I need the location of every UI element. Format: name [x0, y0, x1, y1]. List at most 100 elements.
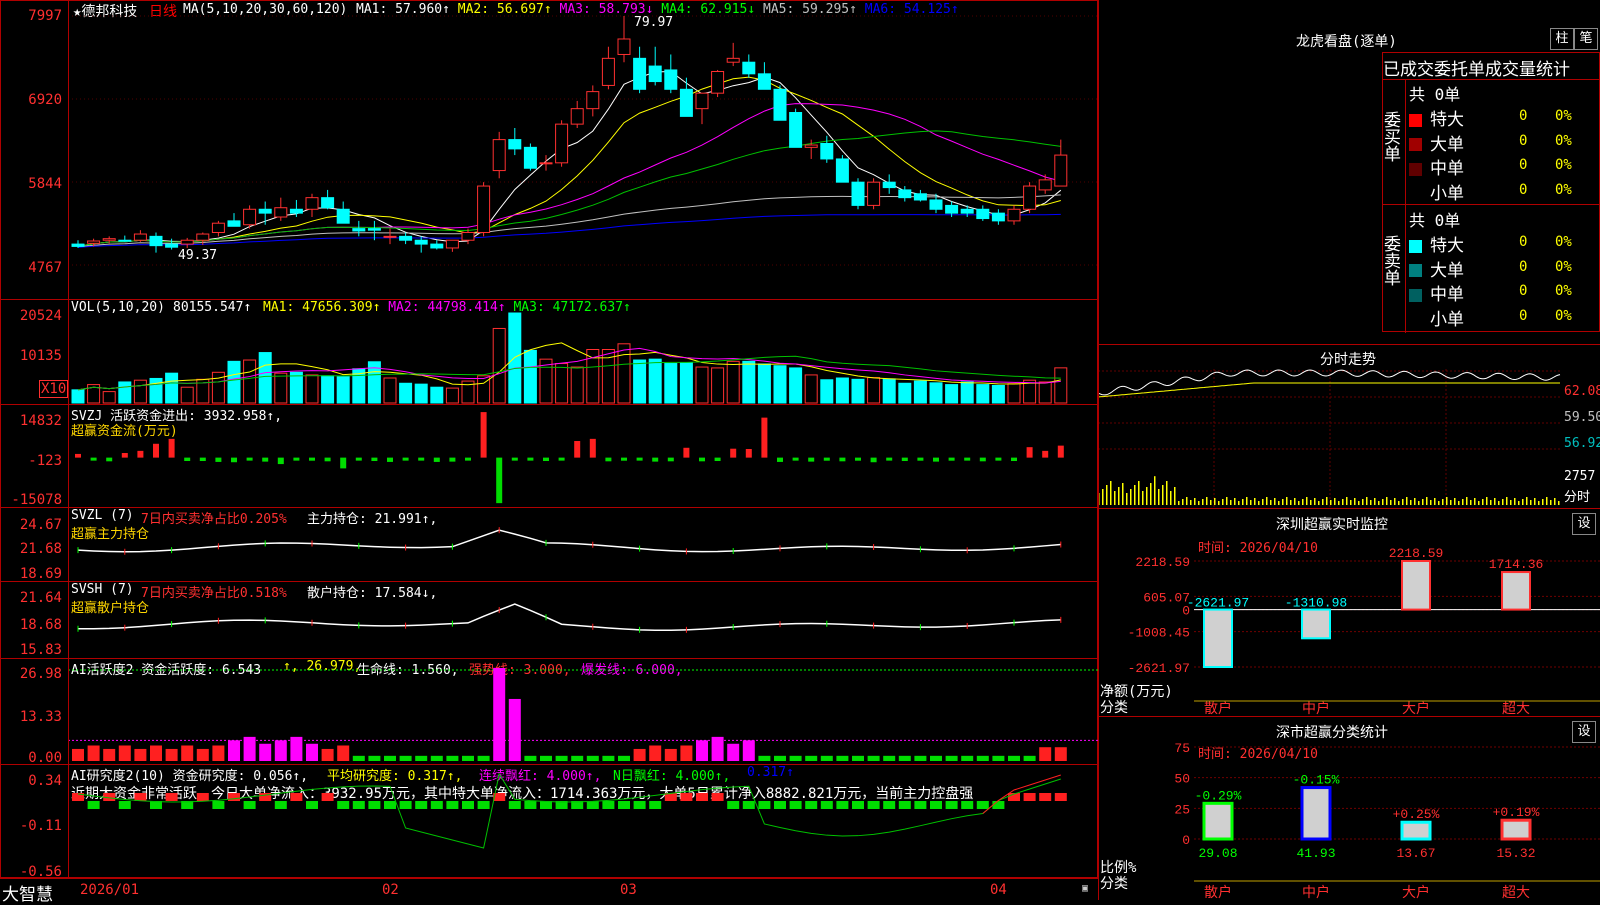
buy-row-pct: 0% [1555, 157, 1572, 173]
monitor-bar [1501, 571, 1531, 611]
svzj-bar-neg [277, 457, 284, 465]
high-price-label: 79.97 [634, 15, 674, 30]
buy-row-label: 特大 [1430, 110, 1464, 130]
sell-row-1: 大单 0 0% [1409, 256, 1600, 281]
research-bar-neg [774, 801, 786, 809]
candle [414, 239, 428, 245]
y-tick-vol-0: 20524 [19, 308, 62, 324]
svzj-bar-neg [309, 457, 315, 461]
ai-active-bar [430, 755, 443, 761]
svzj-bar-neg [496, 457, 503, 504]
svzj-bar-neg [621, 457, 627, 461]
intraday-volume-bar [1370, 500, 1372, 505]
svzj-bar-neg [808, 457, 815, 462]
buy-row-3: 小单 0 0% [1409, 179, 1600, 204]
sell-row-value: 0 [1519, 307, 1528, 324]
legend-swatch [1409, 113, 1422, 127]
research-bar-pos [228, 793, 240, 801]
intraday-panel[interactable]: 分时走势 62.08 59.50 56.92 2757 分时 [1098, 344, 1600, 509]
svzj-bar-neg [901, 457, 908, 462]
monitor-panel[interactable]: 深圳超赢实时监控 设 时间: 2026/04/10 2218.59 605.07 0… [1098, 508, 1600, 717]
intraday-volume-bar [1422, 499, 1424, 505]
volume-bar [274, 372, 288, 404]
ai-active-bar [602, 755, 615, 761]
intraday-volume-bar [1310, 500, 1312, 505]
monitor-bar-label: 1714.36 [1489, 557, 1544, 572]
volume-bar [929, 382, 943, 404]
research-bar-neg [87, 801, 100, 809]
svzj-bar-pos [137, 450, 144, 458]
candle [305, 197, 319, 210]
intraday-volume-bar [1482, 499, 1484, 505]
ai-active-bar [118, 745, 131, 761]
ai-active-bar [820, 755, 833, 761]
svzj-bar-neg [777, 457, 783, 462]
volume-bar [1007, 383, 1021, 404]
volume-bar [414, 383, 428, 404]
x-tick-jan: 2026/01 [80, 882, 140, 898]
volume-bar [102, 391, 116, 404]
candle [211, 222, 225, 233]
research-bar-neg [586, 801, 599, 809]
volume-bar [867, 377, 881, 404]
volume-bar [165, 372, 179, 404]
svzj-bar-neg [433, 457, 440, 462]
buy-row-2: 中单 0 0% [1409, 154, 1600, 179]
class-category-label: 中户 [1302, 884, 1330, 901]
ai-active-bar [134, 748, 147, 761]
intraday-volume-bar [1474, 498, 1476, 505]
svzl-line [77, 529, 1061, 553]
intraday-volume-bar [1486, 497, 1488, 505]
left-axis-line [68, 0, 69, 878]
class-panel[interactable]: 深市超赢分类统计 设 时间: 2026/04/10 75 50 25 0 -0.29% 2… [1098, 716, 1600, 901]
candle [929, 199, 943, 210]
ma-line-5 [77, 70, 1062, 247]
intraday-volume-bar [1442, 499, 1444, 505]
monitor-category-label: 散户 [1204, 700, 1232, 717]
svzj-bar-neg [1011, 457, 1017, 462]
intraday-volume-bar [1318, 501, 1320, 505]
ai-active-bar [243, 736, 256, 761]
class-bar [1400, 820, 1432, 841]
intraday-volume-bar [1378, 501, 1380, 505]
research-bar-neg [118, 801, 131, 809]
volume-bar [523, 349, 537, 404]
intraday-volume-bar [1142, 491, 1144, 505]
sell-row-pct: 0% [1555, 258, 1572, 275]
intraday-volume-bar [1110, 481, 1112, 505]
lock-icon[interactable]: ▣ [1082, 883, 1088, 894]
class-category-label: 大户 [1402, 884, 1430, 901]
bar-mode-button[interactable]: 柱 [1550, 28, 1574, 50]
ai-active-bar [446, 755, 459, 761]
candle [633, 57, 647, 90]
class-change-label: -0.29% [1195, 788, 1242, 803]
y-tick-res-0: 0.34 [28, 773, 62, 789]
x-axis: 大智慧 2026/01 02 03 04 ▣ [0, 878, 1098, 905]
intraday-volume-bar [1546, 497, 1548, 505]
ai-active-bar [259, 743, 272, 761]
candle [804, 144, 818, 148]
intraday-tick-1: 59.50 [1564, 410, 1600, 425]
ai-active-bar [165, 748, 178, 761]
volume-bar [633, 359, 647, 404]
svzj-bar-neg [839, 457, 846, 462]
ai-active-bar [898, 755, 911, 761]
candle [87, 240, 101, 244]
volume-bar [445, 387, 459, 404]
buy-total: 共 0单 [1409, 85, 1461, 104]
ai-active-bar [103, 748, 116, 761]
svsh-line [77, 603, 1061, 631]
class-change-label: +0.19% [1493, 805, 1540, 820]
svzj-bar-neg [449, 457, 456, 462]
ai-active-bar [306, 743, 318, 761]
svzj-bar-neg [90, 457, 97, 461]
ai-active-bar [805, 755, 818, 761]
monitor-bar [1401, 560, 1431, 611]
intraday-volume-bar [1262, 499, 1264, 505]
pen-mode-button[interactable]: 笔 [1574, 28, 1598, 50]
intraday-volume-bar [1542, 499, 1544, 505]
volume-chart [71, 312, 1068, 404]
intraday-volume-bar [1278, 501, 1280, 505]
candle [742, 61, 756, 75]
y-tick-svzl-0: 24.67 [19, 517, 62, 533]
